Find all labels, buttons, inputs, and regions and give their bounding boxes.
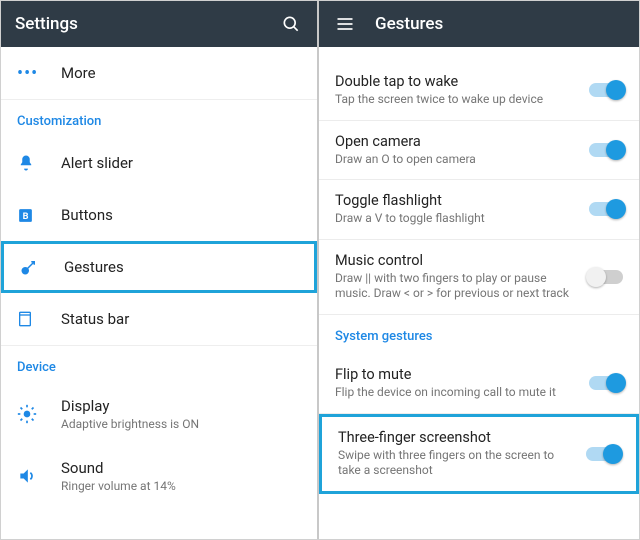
- buttons-label: Buttons: [61, 206, 301, 224]
- status-bar-label: Status bar: [61, 310, 301, 328]
- gestures-appbar: Gestures: [319, 1, 639, 47]
- open-camera-toggle[interactable]: [589, 143, 623, 157]
- open-camera-label: Open camera: [335, 133, 579, 150]
- double-tap-toggle[interactable]: [589, 83, 623, 97]
- settings-item-buttons[interactable]: B Buttons: [1, 189, 317, 241]
- flashlight-sub: Draw a V to toggle flashlight: [335, 211, 579, 227]
- flip-label: Flip to mute: [335, 366, 579, 383]
- app-frame: Settings ••• More Customization Alert sl…: [0, 0, 640, 540]
- flashlight-label: Toggle flashlight: [335, 192, 579, 209]
- sound-label: Sound: [61, 459, 301, 477]
- settings-item-sound[interactable]: Sound Ringer volume at 14%: [1, 445, 317, 511]
- gesture-music-control[interactable]: Music control Draw || with two fingers t…: [319, 240, 639, 315]
- more-dots-icon: •••: [17, 63, 38, 84]
- double-tap-sub: Tap the screen twice to wake up device: [335, 92, 579, 108]
- status-bar-icon: [17, 310, 61, 328]
- gesture-double-tap[interactable]: Double tap to wake Tap the screen twice …: [319, 61, 639, 121]
- screenshot-label: Three-finger screenshot: [338, 429, 576, 446]
- settings-item-display[interactable]: Display Adaptive brightness is ON: [1, 383, 317, 445]
- flip-sub: Flip the device on incoming call to mute…: [335, 385, 579, 401]
- open-camera-sub: Draw an O to open camera: [335, 152, 579, 168]
- settings-appbar: Settings: [1, 1, 317, 47]
- gestures-label: Gestures: [64, 258, 298, 276]
- section-customization: Customization: [1, 100, 317, 137]
- settings-pane: Settings ••• More Customization Alert sl…: [1, 1, 319, 539]
- screenshot-toggle[interactable]: [586, 447, 620, 461]
- display-sub: Adaptive brightness is ON: [61, 417, 301, 431]
- gesture-open-camera[interactable]: Open camera Draw an O to open camera: [319, 121, 639, 181]
- section-device: Device: [1, 346, 317, 383]
- volume-icon: [17, 466, 61, 486]
- gestures-pane: Gestures Double tap to wake Tap the scre…: [319, 1, 639, 539]
- screenshot-sub: Swipe with three fingers on the screen t…: [338, 448, 576, 479]
- settings-item-gestures[interactable]: Gestures: [1, 241, 317, 293]
- flashlight-toggle[interactable]: [589, 202, 623, 216]
- gesture-flip-mute[interactable]: Flip to mute Flip the device on incoming…: [319, 354, 639, 414]
- music-toggle[interactable]: [589, 270, 623, 284]
- settings-item-alert-slider[interactable]: Alert slider: [1, 137, 317, 189]
- gesture-three-finger-screenshot[interactable]: Three-finger screenshot Swipe with three…: [319, 414, 639, 494]
- gestures-title: Gestures: [375, 14, 443, 34]
- gestures-icon: [20, 258, 64, 276]
- hamburger-menu-icon[interactable]: [333, 12, 357, 36]
- double-tap-label: Double tap to wake: [335, 73, 579, 90]
- settings-item-more[interactable]: ••• More: [1, 47, 317, 99]
- gesture-flashlight[interactable]: Toggle flashlight Draw a V to toggle fla…: [319, 180, 639, 240]
- brightness-icon: [17, 404, 61, 424]
- buttons-icon: B: [17, 207, 61, 224]
- flip-toggle[interactable]: [589, 376, 623, 390]
- sound-sub: Ringer volume at 14%: [61, 479, 301, 493]
- alert-slider-label: Alert slider: [61, 154, 301, 172]
- more-label: More: [61, 64, 301, 82]
- section-system-gestures: System gestures: [319, 315, 639, 354]
- bell-icon: [17, 154, 61, 172]
- music-sub: Draw || with two fingers to play or paus…: [335, 271, 579, 302]
- settings-title: Settings: [15, 14, 78, 34]
- search-icon[interactable]: [279, 12, 303, 36]
- settings-item-status-bar[interactable]: Status bar: [1, 293, 317, 345]
- svg-text:B: B: [23, 211, 29, 222]
- display-label: Display: [61, 397, 301, 415]
- music-label: Music control: [335, 252, 579, 269]
